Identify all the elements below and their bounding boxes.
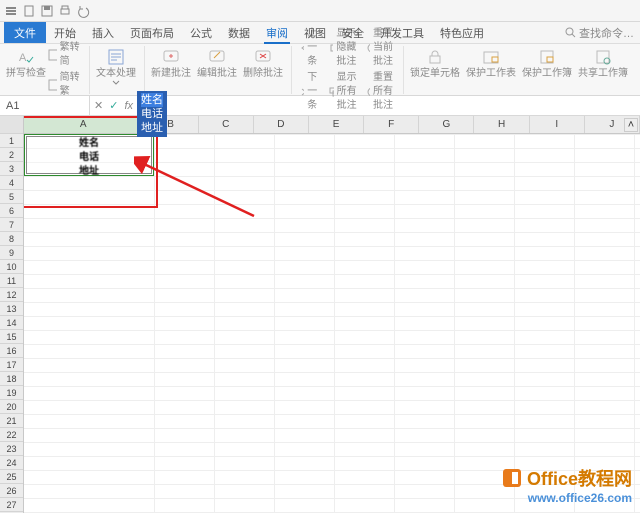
dropdown-icon <box>112 80 120 85</box>
tab-formula[interactable]: 公式 <box>182 22 220 43</box>
tab-layout[interactable]: 页面布局 <box>122 22 182 43</box>
row-header[interactable]: 24 <box>0 456 23 470</box>
formula-bar: A1 ✕ ✓ fx 姓名 电话 地址 <box>0 96 640 116</box>
cell-grid[interactable]: ABCDEFGHIJ 姓名 电话 地址 ˄ <box>24 116 640 513</box>
select-all-corner[interactable] <box>0 116 23 134</box>
formula-cancel-icon[interactable]: ✕ <box>94 99 103 112</box>
file-tab[interactable]: 文件 <box>4 22 46 43</box>
row-header[interactable]: 27 <box>0 498 23 512</box>
file-tab-label: 文件 <box>14 25 36 41</box>
row-header[interactable]: 17 <box>0 358 23 372</box>
svg-text:A: A <box>19 52 27 64</box>
row-header[interactable]: 1 <box>0 134 23 148</box>
app-menu-icon[interactable] <box>4 4 18 18</box>
edit-comment-button[interactable]: 编辑批注 <box>195 46 239 82</box>
share-book-button[interactable]: 共享工作簿 <box>576 46 630 82</box>
spellcheck-button[interactable]: A 拼写检查 <box>8 46 44 82</box>
col-header[interactable]: G <box>419 116 474 133</box>
cell-A1[interactable]: 姓名 <box>24 134 154 148</box>
tab-security[interactable]: 安全 <box>334 22 372 43</box>
row-header[interactable]: 11 <box>0 274 23 288</box>
row-header[interactable]: 10 <box>0 260 23 274</box>
tab-view[interactable]: 视图 <box>296 22 334 43</box>
column-headers: ABCDEFGHIJ <box>24 116 640 134</box>
formula-confirm-icon[interactable]: ✓ <box>109 99 118 112</box>
tab-dev[interactable]: 开发工具 <box>372 22 432 43</box>
search-placeholder: 查找命令… <box>579 25 634 41</box>
tab-insert[interactable]: 插入 <box>84 22 122 43</box>
trad-to-simp-button[interactable]: 繁转简 <box>46 40 83 70</box>
watermark-url: www.office26.com <box>501 491 632 505</box>
window-titlebar <box>0 0 640 22</box>
watermark-title: Office教程网 <box>527 465 632 491</box>
col-header[interactable]: E <box>309 116 364 133</box>
row-header[interactable]: 20 <box>0 400 23 414</box>
formula-input[interactable]: 姓名 电话 地址 <box>137 96 640 115</box>
ribbon: A 拼写检查 繁转简 简转繁 文本处理 新建批注 编辑批注 删除批注 上 <box>0 44 640 96</box>
cell-A3[interactable]: 地址 <box>24 162 154 176</box>
ime-candidate[interactable]: 姓名 <box>141 93 163 107</box>
row-headers: 1234567891011121314151617181920212223242… <box>0 116 24 513</box>
row-header[interactable]: 7 <box>0 218 23 232</box>
scroll-up-button[interactable]: ˄ <box>624 118 638 132</box>
row-header[interactable]: 2 <box>0 148 23 162</box>
row-header[interactable]: 26 <box>0 484 23 498</box>
delete-comment-button[interactable]: 删除批注 <box>241 46 285 82</box>
row-header[interactable]: 15 <box>0 330 23 344</box>
row-header[interactable]: 6 <box>0 204 23 218</box>
row-header[interactable]: 4 <box>0 176 23 190</box>
lock-cell-button[interactable]: 锁定单元格 <box>408 46 462 82</box>
cell-A2[interactable]: 电话 <box>24 148 154 162</box>
search-icon <box>565 27 576 38</box>
row-header[interactable]: 8 <box>0 232 23 246</box>
protect-sheet-button[interactable]: 保护工作表 <box>464 46 518 82</box>
cells[interactable] <box>24 134 640 513</box>
fx-icon[interactable]: fx <box>124 100 133 112</box>
new-comment-button[interactable]: 新建批注 <box>149 46 193 82</box>
col-header[interactable]: A <box>24 116 143 133</box>
row-header[interactable]: 16 <box>0 344 23 358</box>
col-header[interactable]: D <box>254 116 309 133</box>
tab-data[interactable]: 数据 <box>220 22 258 43</box>
row-header[interactable]: 22 <box>0 428 23 442</box>
col-header[interactable]: F <box>364 116 419 133</box>
tab-home[interactable]: 开始 <box>46 22 84 43</box>
col-header[interactable]: H <box>474 116 529 133</box>
row-header[interactable]: 18 <box>0 372 23 386</box>
col-header[interactable]: C <box>199 116 254 133</box>
row-header[interactable]: 5 <box>0 190 23 204</box>
row-header[interactable]: 23 <box>0 442 23 456</box>
office-logo-icon <box>501 467 523 489</box>
row-header[interactable]: 9 <box>0 246 23 260</box>
protect-book-button[interactable]: 保护工作簿 <box>520 46 574 82</box>
ime-candidate-list[interactable]: 姓名 电话 地址 <box>137 91 167 137</box>
row-header[interactable]: 21 <box>0 414 23 428</box>
row-header[interactable]: 13 <box>0 302 23 316</box>
new-doc-icon[interactable] <box>22 4 36 18</box>
col-header[interactable]: I <box>530 116 585 133</box>
row-header[interactable]: 19 <box>0 386 23 400</box>
tab-review[interactable]: 审阅 <box>258 22 296 43</box>
save-icon[interactable] <box>40 4 54 18</box>
ribbon-tabs: 文件 开始 插入 页面布局 公式 数据 审阅 视图 安全 开发工具 特色应用 查… <box>0 22 640 44</box>
row-header[interactable]: 12 <box>0 288 23 302</box>
command-search[interactable]: 查找命令… <box>565 22 640 43</box>
ime-candidate[interactable]: 地址 <box>141 121 163 135</box>
print-icon[interactable] <box>58 4 72 18</box>
spreadsheet[interactable]: 1234567891011121314151617181920212223242… <box>0 116 640 513</box>
row-header[interactable]: 3 <box>0 162 23 176</box>
name-box[interactable]: A1 <box>0 96 90 115</box>
row-header[interactable]: 25 <box>0 470 23 484</box>
tab-special[interactable]: 特色应用 <box>432 22 492 43</box>
ime-candidate[interactable]: 电话 <box>141 107 163 121</box>
watermark: Office教程网 www.office26.com <box>501 465 632 505</box>
text-proc-button[interactable]: 文本处理 <box>94 46 138 87</box>
row-header[interactable]: 14 <box>0 316 23 330</box>
undo-icon[interactable] <box>76 4 90 18</box>
